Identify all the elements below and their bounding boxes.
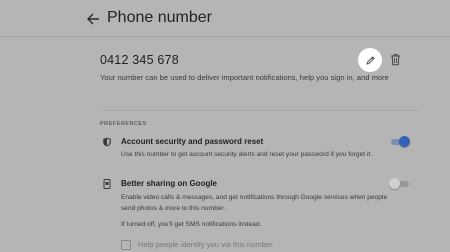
phone-number-page: Phone number 0412 345 678 Your number ca…: [0, 0, 450, 252]
page-header: Phone number: [0, 0, 450, 36]
setting-title-account-security: Account security and password reset: [121, 137, 264, 146]
phone-description: Your number can be used to deliver impor…: [100, 73, 389, 82]
setting-title-better-sharing: Better sharing on Google: [121, 179, 218, 188]
checkbox-label: Help people identify you via this number: [138, 240, 273, 249]
trash-icon[interactable]: [390, 53, 401, 66]
header-divider: [0, 36, 450, 37]
edit-phone-button[interactable]: [358, 48, 382, 72]
better-sharing-toggle[interactable]: [389, 178, 409, 189]
setting-desc-account-security: Use this number to get account security …: [121, 151, 373, 158]
setting-desc-better-sharing: Enable video calls & messages, and get n…: [121, 194, 388, 212]
toggle-knob: [389, 178, 400, 189]
toggle-knob: [399, 136, 410, 147]
arrow-left-icon[interactable]: [86, 12, 100, 26]
section-divider: [100, 110, 418, 111]
account-security-toggle[interactable]: [389, 136, 410, 147]
identify-via-number-checkbox[interactable]: [121, 240, 131, 250]
page-title: Phone number: [107, 9, 212, 26]
shield-icon: [103, 137, 111, 147]
phone-number-value: 0412 345 678: [100, 53, 179, 67]
phone-share-icon: [103, 179, 111, 189]
preferences-heading: PREFERENCES: [100, 121, 147, 127]
sms-fallback-note: If turned off, you'll get SMS notificati…: [121, 221, 262, 228]
pencil-icon: [365, 55, 375, 65]
